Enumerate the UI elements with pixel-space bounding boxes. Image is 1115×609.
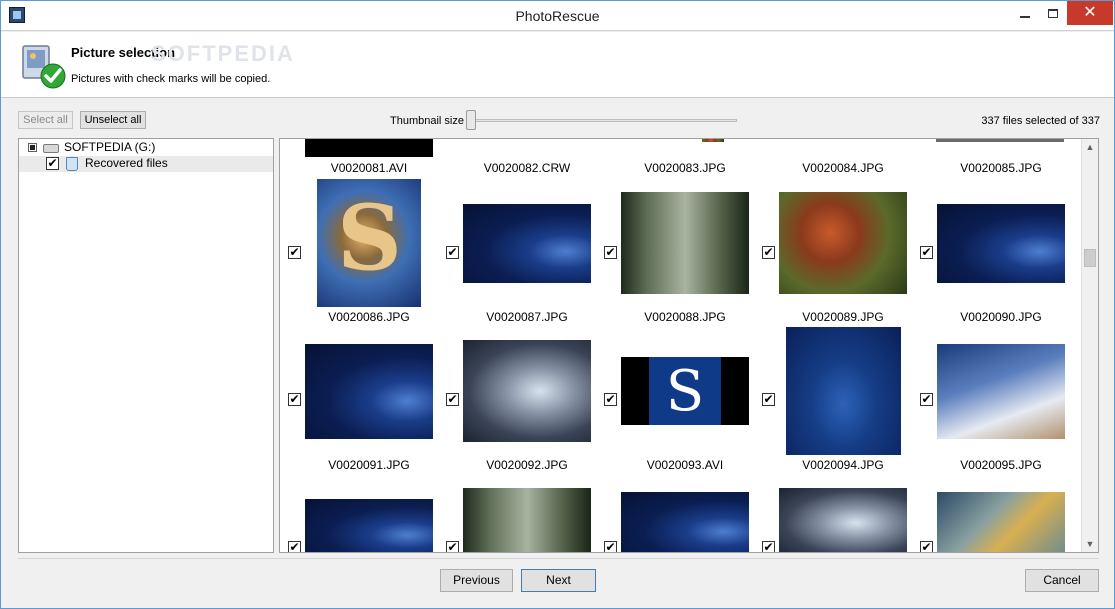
file-checkbox[interactable]: ✔: [446, 541, 459, 552]
tree-item-drive[interactable]: SOFTPEDIA (G:): [19, 140, 273, 156]
file-name: V0020091.JPG: [328, 458, 410, 472]
previous-button[interactable]: Previous: [440, 569, 513, 592]
scrollbar-thumb[interactable]: [1084, 249, 1096, 267]
cancel-button[interactable]: Cancel: [1025, 569, 1099, 592]
recycle-bin-icon: [66, 157, 78, 171]
unselect-all-button[interactable]: Unselect all: [80, 111, 146, 129]
maximize-button[interactable]: [1039, 1, 1067, 25]
scroll-up-icon[interactable]: ▲: [1082, 139, 1098, 155]
tree-item-label: Recovered files: [85, 156, 168, 170]
thumbnail-image[interactable]: [937, 492, 1065, 552]
file-checkbox[interactable]: ✔: [604, 246, 617, 259]
file-name: V0020095.JPG: [960, 458, 1042, 472]
file-checkbox[interactable]: ✔: [920, 246, 933, 259]
file-name: V0020084.JPG: [802, 161, 884, 175]
file-name: V0020081.AVI: [330, 161, 408, 175]
thumbnail-image[interactable]: [621, 357, 749, 425]
footer-divider: [18, 558, 1099, 559]
thumbnail-size-label: Thumbnail size: [390, 115, 464, 127]
file-name: V0020092.JPG: [486, 458, 568, 472]
thumbnail-grid: V0020081.AVI V0020082.CRW V0020083.JPG V…: [279, 138, 1099, 553]
select-all-button[interactable]: Select all: [18, 111, 73, 129]
watermark-text: SOFTPEDIA: [151, 41, 295, 66]
thumbnail-image[interactable]: [937, 344, 1065, 439]
folder-tree: SOFTPEDIA (G:) ✔ Recovered files: [18, 138, 274, 553]
file-name: V0020093.AVI: [646, 458, 724, 472]
file-name: V0020094.JPG: [802, 458, 884, 472]
file-checkbox[interactable]: ✔: [446, 246, 459, 259]
tree-item-recovered-files[interactable]: ✔ Recovered files: [19, 156, 273, 172]
thumbnail-image[interactable]: [305, 344, 433, 439]
file-checkbox[interactable]: ✔: [288, 246, 301, 259]
thumbnail-image[interactable]: [936, 139, 1064, 142]
wizard-header: Picture selection SOFTPEDIA Pictures wit…: [1, 32, 1114, 98]
thumbnail-image[interactable]: [779, 488, 907, 552]
file-name: V0020082.CRW: [483, 161, 571, 175]
thumbnail-size-slider-thumb[interactable]: [466, 110, 476, 130]
tree-expander[interactable]: [28, 143, 37, 152]
file-checkbox[interactable]: ✔: [288, 393, 301, 406]
scroll-down-icon[interactable]: ▼: [1082, 536, 1098, 552]
file-checkbox[interactable]: ✔: [762, 393, 775, 406]
minimize-icon: [1020, 15, 1030, 18]
file-name: V0020090.JPG: [960, 310, 1042, 324]
thumbnail-image[interactable]: [621, 192, 749, 294]
thumbnail-image[interactable]: [937, 204, 1065, 283]
thumbnail-image[interactable]: [317, 179, 421, 307]
app-window: PhotoRescue ✕ Picture selection SOFTPEDI…: [0, 0, 1115, 609]
file-checkbox[interactable]: ✔: [288, 541, 301, 552]
file-checkbox[interactable]: ✔: [762, 246, 775, 259]
file-name: V0020089.JPG: [802, 310, 884, 324]
thumbnail-image[interactable]: [463, 204, 591, 283]
window-title: PhotoRescue: [515, 8, 600, 24]
file-checkbox[interactable]: ✔: [920, 541, 933, 552]
file-name: V0020085.JPG: [960, 161, 1042, 175]
page-subtitle: Pictures with check marks will be copied…: [71, 73, 271, 85]
thumbnail-image[interactable]: [463, 340, 591, 442]
thumbnail-image[interactable]: [702, 139, 724, 142]
file-checkbox[interactable]: ✔: [446, 393, 459, 406]
thumbnail-image[interactable]: [621, 492, 749, 552]
file-checkbox[interactable]: ✔: [920, 393, 933, 406]
file-name: V0020083.JPG: [644, 161, 726, 175]
vertical-scrollbar[interactable]: ▲ ▼: [1081, 139, 1098, 552]
drive-icon: [43, 144, 59, 153]
picture-check-icon: [22, 45, 66, 89]
close-button[interactable]: ✕: [1067, 1, 1113, 25]
title-bar: PhotoRescue ✕: [1, 1, 1114, 31]
thumbnail-image[interactable]: [305, 499, 433, 552]
thumbnail-image[interactable]: [463, 488, 591, 552]
maximize-icon: [1048, 9, 1058, 19]
file-checkbox[interactable]: ✔: [762, 541, 775, 552]
file-checkbox[interactable]: ✔: [604, 393, 617, 406]
close-icon: ✕: [1083, 4, 1097, 21]
file-name: V0020087.JPG: [486, 310, 568, 324]
thumbnail-size-slider[interactable]: [467, 119, 737, 122]
thumbnail-image[interactable]: [779, 192, 907, 294]
thumbnail-image[interactable]: [305, 139, 433, 157]
thumbnail-image[interactable]: [786, 327, 901, 455]
tree-checkbox[interactable]: ✔: [46, 157, 59, 170]
selection-count: 337 files selected of 337: [981, 115, 1100, 127]
tree-item-label: SOFTPEDIA (G:): [64, 140, 156, 154]
minimize-button[interactable]: [1011, 1, 1039, 25]
file-checkbox[interactable]: ✔: [604, 541, 617, 552]
file-name: V0020088.JPG: [644, 310, 726, 324]
next-button[interactable]: Next: [521, 569, 596, 592]
file-name: V0020086.JPG: [328, 310, 410, 324]
